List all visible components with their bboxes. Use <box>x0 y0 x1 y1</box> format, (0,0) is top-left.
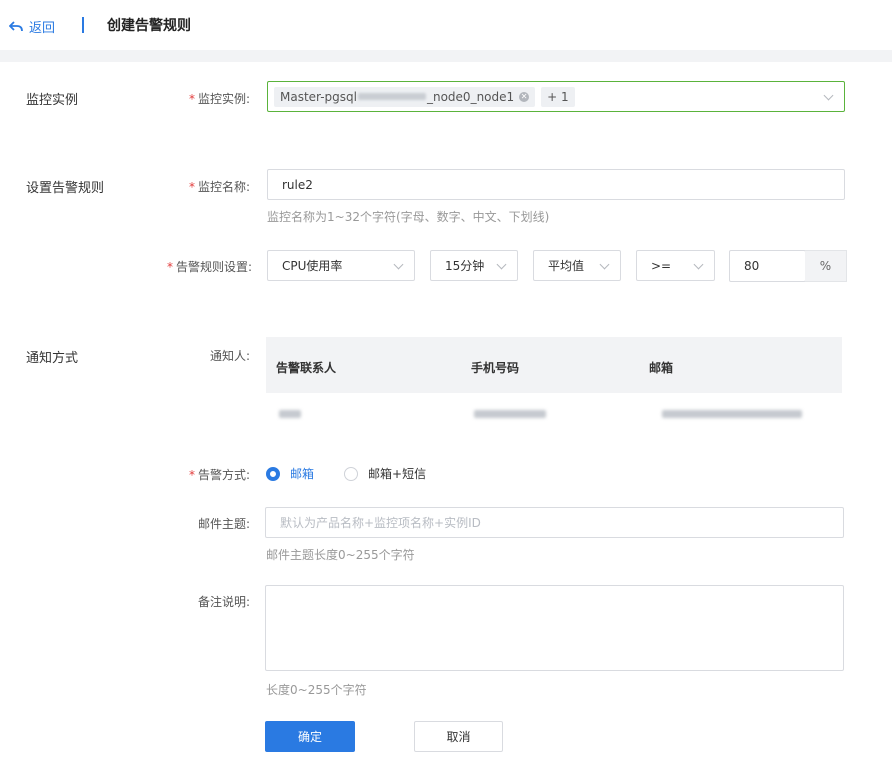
instance-tag-suffix: _node0_node1 <box>426 89 515 104</box>
alert-method-group: 邮箱 邮箱+短信 <box>266 465 426 482</box>
back-arrow-icon <box>9 20 23 31</box>
monitor-name-label: * 监控名称: <box>180 178 250 195</box>
confirm-button[interactable]: 确定 <box>265 721 355 752</box>
chevron-down-icon <box>393 259 404 269</box>
threshold-unit: % <box>805 250 847 282</box>
page-header: 返回 创建告警规则 <box>0 0 892 50</box>
column-header-phone: 手机号码 <box>471 361 520 375</box>
back-label: 返回 <box>29 21 56 36</box>
remark-textarea[interactable] <box>265 585 844 671</box>
monitor-name-label-text: 监控名称: <box>197 180 250 194</box>
metric-select[interactable]: CPU使用率 <box>267 250 415 281</box>
monitor-name-input[interactable]: rule2 <box>267 169 845 200</box>
section-title-rule-settings: 设置告警规则 <box>26 181 105 196</box>
operator-select[interactable]: >= <box>636 250 715 281</box>
monitor-instance-label-text: 监控实例: <box>197 92 250 106</box>
operator-value: >= <box>651 258 672 273</box>
alert-method-label: * 告警方式: <box>180 466 250 483</box>
radio-email[interactable] <box>266 466 280 481</box>
alert-rule-label-text: 告警规则设置: <box>175 260 252 274</box>
chevron-down-icon <box>496 259 507 269</box>
period-select[interactable]: 15分钟 <box>430 250 518 281</box>
monitor-instance-label: * 监控实例: <box>180 90 250 107</box>
instance-tag-prefix: Master-pgsql <box>280 89 357 104</box>
remark-label: 备注说明: <box>197 595 250 609</box>
metric-value: CPU使用率 <box>282 259 343 273</box>
required-mark: * <box>188 92 195 106</box>
alert-method-label-text: 告警方式: <box>197 468 250 482</box>
statistic-select[interactable]: 平均值 <box>533 250 621 281</box>
remark-hint: 长度0~255个字符 <box>266 683 367 697</box>
redacted-email-cell <box>662 410 802 418</box>
chevron-down-icon <box>599 259 610 269</box>
period-value: 15分钟 <box>445 259 485 273</box>
threshold-input[interactable]: 80 <box>729 250 806 282</box>
section-title-monitor-instance: 监控实例 <box>26 93 79 108</box>
recipients-label: 通知人: <box>209 349 250 363</box>
section-title-notification: 通知方式 <box>26 351 79 366</box>
header-divider <box>82 17 84 33</box>
recipients-table-header: 告警联系人 手机号码 邮箱 <box>266 337 842 393</box>
email-subject-placeholder: 默认为产品名称+监控项名称+实例ID <box>280 516 481 530</box>
required-mark: * <box>166 260 173 274</box>
page-title: 创建告警规则 <box>107 18 191 34</box>
tag-close-icon[interactable]: ✕ <box>519 91 530 102</box>
column-header-contact: 告警联系人 <box>276 361 337 375</box>
email-subject-label: 邮件主题: <box>197 517 250 531</box>
chevron-down-icon <box>693 259 704 269</box>
threshold-value: 80 <box>744 259 760 273</box>
email-subject-input[interactable]: 默认为产品名称+监控项名称+实例ID <box>265 507 844 538</box>
monitor-name-value: rule2 <box>282 177 313 192</box>
instance-tag: Master-pgsql _node0_node1 ✕ <box>274 86 536 107</box>
monitor-instance-select[interactable]: Master-pgsql _node0_node1 ✕ + 1 <box>267 81 845 112</box>
required-mark: * <box>188 468 195 482</box>
redacted-phone-cell <box>474 410 546 418</box>
column-header-email: 邮箱 <box>649 361 674 375</box>
required-mark: * <box>188 180 195 194</box>
monitor-name-hint: 监控名称为1~32个字符(字母、数字、中文、下划线) <box>267 210 550 224</box>
radio-email-sms-label[interactable]: 邮箱+短信 <box>368 465 426 482</box>
chevron-down-icon <box>823 90 834 100</box>
radio-email-label[interactable]: 邮箱 <box>290 465 314 482</box>
more-instances-tag: + 1 <box>541 86 575 107</box>
cancel-button[interactable]: 取消 <box>414 721 503 752</box>
radio-email-sms[interactable] <box>344 466 359 481</box>
redacted-contact-cell <box>279 410 301 418</box>
email-subject-hint: 邮件主题长度0~255个字符 <box>266 548 415 562</box>
statistic-value: 平均值 <box>548 259 585 273</box>
back-link[interactable]: 返回 <box>9 17 55 36</box>
redacted-text <box>357 93 426 100</box>
alert-rule-label: * 告警规则设置: <box>160 258 252 275</box>
header-separator-band <box>0 50 892 62</box>
